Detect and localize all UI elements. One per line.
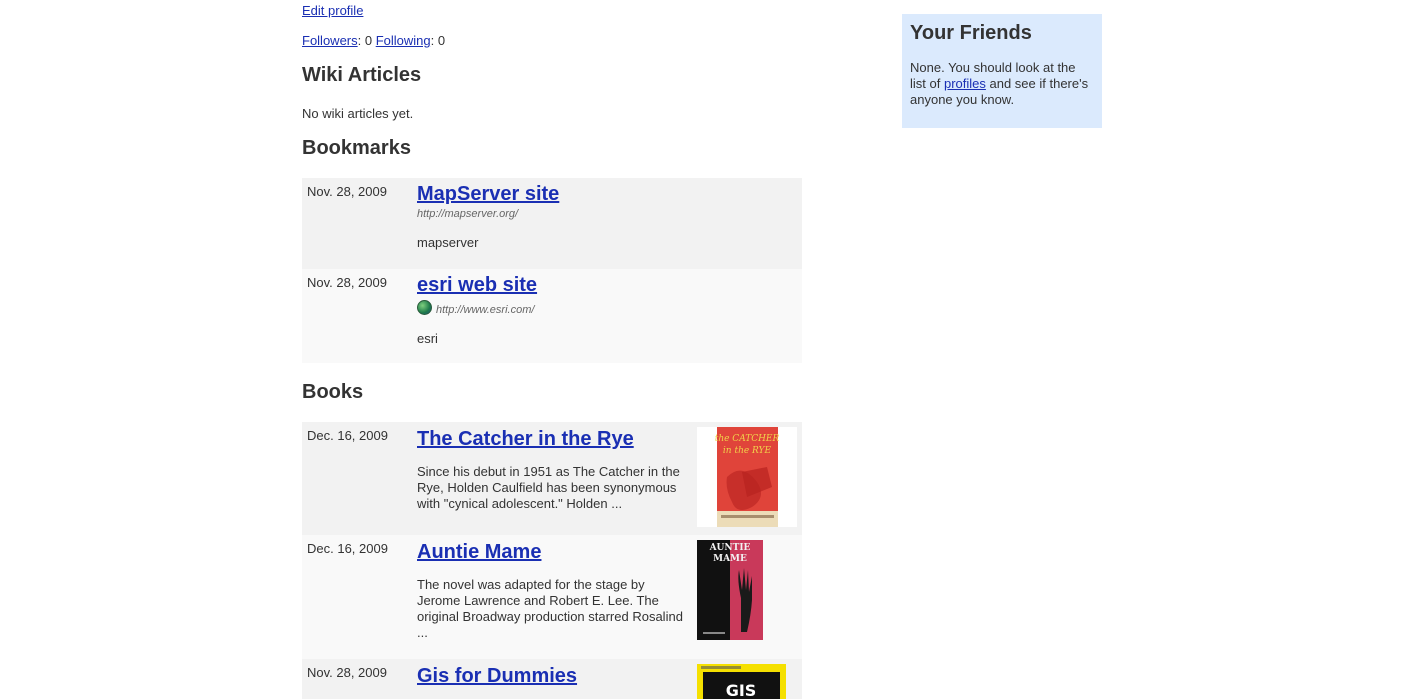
bookmark-description: mapserver: [417, 235, 479, 250]
book-title-link[interactable]: Gis for Dummies: [417, 665, 577, 688]
book-row: Nov. 28, 2009 Gis for Dummies GIS: [302, 659, 802, 699]
bookmarks-list: Nov. 28, 2009 MapServer site http://maps…: [302, 178, 802, 363]
wiki-empty-text: No wiki articles yet.: [302, 106, 414, 121]
auntie-mame-cover-art: AUNTIE MAME: [697, 540, 763, 640]
globe-icon: [417, 300, 432, 315]
bookmarks-heading: Bookmarks: [302, 137, 411, 159]
book-cover-image[interactable]: the CATCHER in the RYE: [697, 427, 797, 527]
bookmark-description: esri: [417, 331, 438, 346]
book-cover-image[interactable]: GIS: [697, 664, 786, 699]
bookmark-row: Nov. 28, 2009 MapServer site http://maps…: [302, 178, 802, 269]
friends-text: None. You should look at the list of pro…: [910, 60, 1094, 108]
book-row: Dec. 16, 2009 Auntie Mame The novel was …: [302, 535, 802, 659]
bookmark-title-link[interactable]: MapServer site: [417, 183, 559, 206]
book-title-link[interactable]: The Catcher in the Rye: [417, 428, 634, 451]
followers-count: : 0: [357, 33, 376, 48]
bookmark-date: Nov. 28, 2009: [307, 275, 387, 290]
svg-text:MAME: MAME: [713, 554, 747, 564]
book-date: Dec. 16, 2009: [307, 428, 388, 443]
svg-text:the CATCHER: the CATCHER: [715, 434, 780, 444]
gis-dummies-cover-art: GIS: [697, 664, 786, 699]
book-description: Since his debut in 1951 as The Catcher i…: [417, 464, 680, 511]
followers-link[interactable]: Followers: [302, 33, 358, 48]
book-date: Nov. 28, 2009: [307, 665, 387, 680]
follow-counts: Followers: 0 Following: 0: [302, 33, 445, 48]
svg-text:in the RYE: in the RYE: [723, 446, 772, 456]
books-heading: Books: [302, 381, 364, 403]
wiki-heading: Wiki Articles: [302, 64, 422, 86]
catcher-cover-art: the CATCHER in the RYE: [715, 427, 780, 527]
following-count: : 0: [430, 33, 446, 48]
bookmark-url-line: http://www.esri.com/: [417, 300, 534, 316]
bookmark-date: Nov. 28, 2009: [307, 184, 387, 199]
bookmark-row: Nov. 28, 2009 esri web site http://www.e…: [302, 269, 802, 363]
friends-panel: Your Friends None. You should look at th…: [902, 14, 1102, 128]
following-link[interactable]: Following: [376, 33, 431, 48]
profiles-link[interactable]: profiles: [944, 76, 986, 91]
book-date: Dec. 16, 2009: [307, 541, 388, 556]
book-title-link[interactable]: Auntie Mame: [417, 541, 541, 564]
bookmark-title-link[interactable]: esri web site: [417, 274, 537, 297]
book-description: The novel was adapted for the stage by J…: [417, 577, 683, 640]
svg-text:AUNTIE: AUNTIE: [709, 543, 751, 553]
books-list: Dec. 16, 2009 The Catcher in the Rye Sin…: [302, 422, 802, 699]
svg-text:GIS: GIS: [726, 681, 757, 699]
bookmark-url: http://www.esri.com/: [436, 304, 535, 316]
friends-heading: Your Friends: [910, 22, 1032, 44]
book-row: Dec. 16, 2009 The Catcher in the Rye Sin…: [302, 422, 802, 535]
book-cover-image[interactable]: AUNTIE MAME: [697, 540, 763, 640]
edit-profile-link[interactable]: Edit profile: [302, 3, 363, 18]
bookmark-url: http://mapserver.org/: [417, 208, 519, 220]
